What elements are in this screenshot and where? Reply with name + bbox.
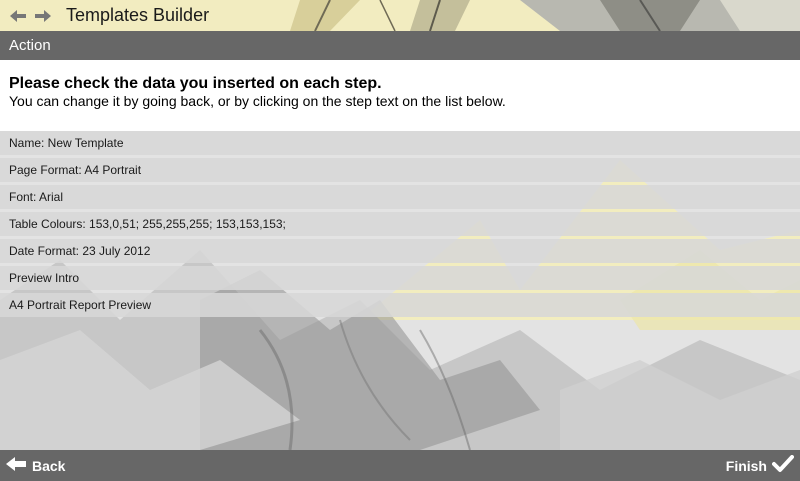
action-label: Action [9,37,51,54]
arrow-right-icon[interactable] [34,9,52,23]
instructions-text: You can change it by going back, or by c… [9,93,506,109]
step-item-page-format[interactable]: Page Format: A4 Portrait [0,158,800,182]
back-button-label: Back [32,457,66,474]
checkmark-icon [772,455,794,476]
step-item-font[interactable]: Font: Arial [0,185,800,209]
instructions-panel: Please check the data you inserted on ea… [0,60,800,131]
finish-button[interactable]: Finish [726,450,794,481]
step-item-table-colours[interactable]: Table Colours: 153,0,51; 255,255,255; 15… [0,212,800,236]
back-button[interactable]: Back [6,450,65,481]
arrow-left-icon[interactable] [9,9,27,23]
action-header: Action [0,31,800,60]
step-item-preview-intro[interactable]: Preview Intro [0,266,800,290]
step-list: Name: New Template Page Format: A4 Portr… [0,131,800,320]
step-item-name[interactable]: Name: New Template [0,131,800,155]
page-title: Templates Builder [66,5,210,25]
footer-bar: Back Finish [0,450,800,481]
step-item-report-preview[interactable]: A4 Portrait Report Preview [0,293,800,317]
arrow-left-icon [6,457,26,474]
step-item-date-format[interactable]: Date Format: 23 July 2012 [0,239,800,263]
instructions-heading: Please check the data you inserted on ea… [9,75,382,92]
finish-button-label: Finish [725,457,767,474]
title-bar: Templates Builder [0,0,800,31]
